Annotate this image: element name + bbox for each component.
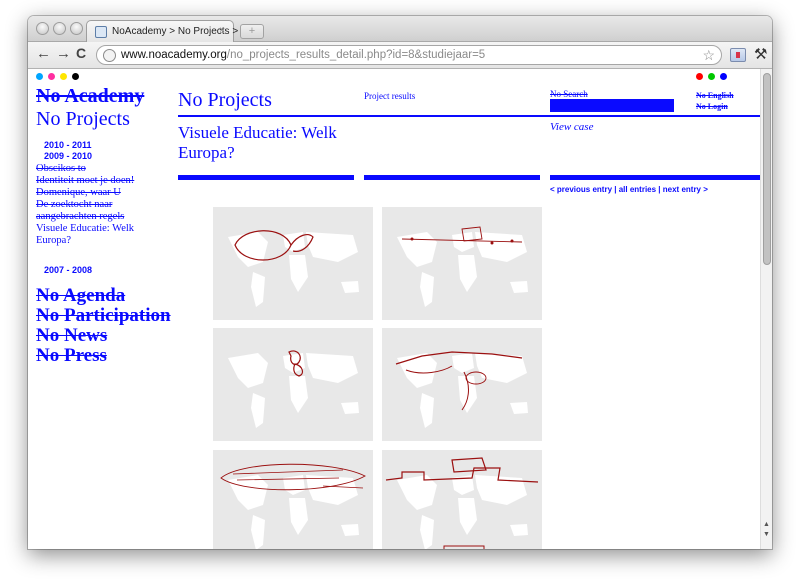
nav-press[interactable]: No Press <box>36 345 107 367</box>
nav-news[interactable]: No News <box>36 325 107 347</box>
url-path: /no_projects_results_detail.php?id=8&stu… <box>226 49 486 61</box>
address-bar[interactable]: www.noacademy.org/no_projects_results_de… <box>96 45 722 65</box>
tab-close-icon[interactable]: × <box>219 25 225 36</box>
world-map-sketch <box>228 230 359 307</box>
gallery-thumbnail[interactable] <box>382 450 542 549</box>
search-input[interactable] <box>550 99 674 112</box>
browser-window: NoAcademy > No Projects > ... × + ← → C … <box>28 16 772 549</box>
page-favicon-icon <box>95 26 107 38</box>
color-dots-left <box>36 73 79 80</box>
sidebar-project-link[interactable]: De zoektocht naar <box>36 199 156 211</box>
wrench-menu-icon[interactable]: ⚒ <box>754 45 767 63</box>
sidebar-current-project[interactable]: Visuele Educatie: Welk Europa? <box>36 223 156 247</box>
column-bar-2 <box>364 175 540 180</box>
black-dot <box>72 73 79 80</box>
column-bar-1 <box>178 175 354 180</box>
reload-button[interactable]: C <box>76 45 86 61</box>
page-title: No Projects <box>178 89 272 111</box>
zoom-window-icon[interactable] <box>70 22 83 35</box>
new-tab-button[interactable]: + <box>240 24 264 39</box>
yellow-dot <box>60 73 67 80</box>
world-map-sketch <box>385 457 539 549</box>
year-link-2010-2011[interactable]: 2010 - 2011 <box>44 140 92 150</box>
vertical-scrollbar[interactable]: ▲ ▼ <box>760 69 772 549</box>
forward-button[interactable]: → <box>56 45 71 62</box>
globe-icon <box>103 49 116 62</box>
sidebar-title[interactable]: No Projects <box>36 108 130 130</box>
gallery-thumbnail[interactable] <box>213 450 373 549</box>
column-bar-3 <box>550 175 766 180</box>
gallery-thumbnail[interactable] <box>213 328 373 441</box>
red-dot <box>696 73 703 80</box>
next-entry-link[interactable]: next entry > <box>663 185 708 194</box>
bookmark-star-icon[interactable]: ☆ <box>702 47 715 64</box>
title-bar: NoAcademy > No Projects > ... × + <box>28 16 772 43</box>
back-button[interactable]: ← <box>36 45 51 62</box>
search-label: No Search <box>550 89 588 99</box>
nav-agenda[interactable]: No Agenda <box>36 285 125 307</box>
world-map-sketch <box>395 351 528 428</box>
separator: | <box>612 185 619 194</box>
separator: | <box>656 185 663 194</box>
view-case-link[interactable]: View case <box>550 121 593 133</box>
world-map-sketch <box>220 463 366 549</box>
header-divider <box>178 115 766 117</box>
color-dots-right <box>696 73 727 80</box>
scrollbar-thumb[interactable] <box>763 73 771 265</box>
magenta-dot <box>48 73 55 80</box>
project-results-link[interactable]: Project results <box>364 91 415 101</box>
scroll-down-icon[interactable]: ▼ <box>763 531 770 538</box>
url-host: www.noacademy.org <box>121 49 227 61</box>
gallery-thumbnail[interactable] <box>213 207 373 320</box>
world-map-sketch <box>397 226 528 307</box>
green-dot <box>708 73 715 80</box>
sidebar-project-link[interactable]: aangebrachten regels <box>36 211 156 223</box>
page-viewport: No Academy No Projects 2010 - 2011 2009 … <box>28 69 772 549</box>
gallery-thumbnail[interactable] <box>382 207 542 320</box>
previous-entry-link[interactable]: < previous entry <box>550 185 612 194</box>
entry-navigation: < previous entry | all entries | next en… <box>550 185 708 194</box>
blue-dot <box>720 73 727 80</box>
cyan-dot <box>36 73 43 80</box>
tab-title: NoAcademy > No Projects > ... <box>112 26 250 37</box>
scroll-up-icon[interactable]: ▲ <box>763 521 770 528</box>
extension-icon[interactable] <box>730 48 746 62</box>
world-map-sketch <box>228 350 359 428</box>
all-entries-link[interactable]: all entries <box>619 185 656 194</box>
sidebar-project-link[interactable]: Obscikos to <box>36 163 156 175</box>
minimize-window-icon[interactable] <box>53 22 66 35</box>
project-title: Visuele Educatie: Welk Europa? <box>178 123 337 162</box>
login-link[interactable]: No Login <box>696 102 728 111</box>
sidebar-project-link[interactable]: Identiteit moet je doen! <box>36 175 156 187</box>
close-window-icon[interactable] <box>36 22 49 35</box>
year-link-2009-2010[interactable]: 2009 - 2010 <box>44 151 92 161</box>
year-link-2007-2008[interactable]: 2007 - 2008 <box>44 265 92 275</box>
english-link[interactable]: No English <box>696 91 734 100</box>
browser-tab[interactable]: NoAcademy > No Projects > ... × <box>86 20 249 43</box>
url-text: www.noacademy.org/no_projects_results_de… <box>121 49 485 61</box>
gallery-thumbnail[interactable] <box>382 328 542 441</box>
site-logo[interactable]: No Academy <box>36 86 144 106</box>
sidebar-project-link[interactable]: Domenique, waar U <box>36 187 156 199</box>
browser-toolbar: ← → C www.noacademy.org/no_projects_resu… <box>28 42 772 69</box>
nav-participation[interactable]: No Participation <box>36 305 171 327</box>
